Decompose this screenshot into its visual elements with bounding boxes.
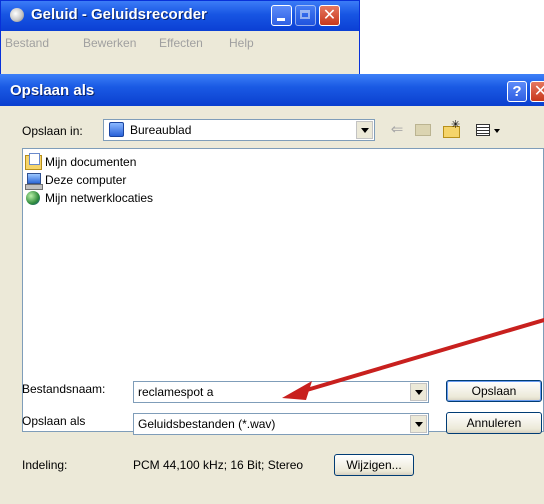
list-item-label: Mijn documenten (45, 155, 137, 169)
format-label: Indeling: (22, 458, 68, 472)
dialog-title: Opslaan als (10, 82, 95, 99)
change-format-button[interactable]: Wijzigen... (334, 454, 414, 476)
list-item-label: Mijn netwerklocaties (45, 191, 154, 205)
look-in-label: Opslaan in: (22, 124, 83, 138)
save-type-label: Opslaan als (22, 414, 86, 428)
look-in-dropdown[interactable]: Bureaublad (103, 119, 375, 141)
close-button[interactable]: ✕ (319, 5, 340, 26)
back-arrow-icon[interactable]: ⇐ (387, 120, 407, 140)
filename-value: reclamespot a (138, 385, 214, 399)
cancel-button[interactable]: Annuleren (446, 412, 542, 434)
close-icon: ✕ (322, 7, 337, 24)
minimize-button[interactable] (271, 5, 292, 26)
my-documents-icon (25, 152, 42, 170)
help-button[interactable]: ? (507, 81, 527, 102)
new-folder-icon[interactable] (441, 115, 465, 140)
desktop-icon (109, 122, 124, 137)
filename-label: Bestandsnaam: (22, 382, 106, 396)
filename-field[interactable]: reclamespot a (133, 381, 429, 403)
format-value: PCM 44,100 kHz; 16 Bit; Stereo (133, 458, 304, 472)
up-folder-icon[interactable] (412, 120, 434, 140)
list-item[interactable]: Mijn netwerklocaties (25, 189, 153, 207)
dialog-titlebar[interactable]: Opslaan als ? ✕ (0, 74, 544, 106)
list-item-label: Deze computer (45, 173, 127, 187)
network-places-icon (25, 190, 42, 206)
save-type-value: Geluidsbestanden (*.wav) (138, 417, 276, 431)
save-as-dialog: Opslaan als ? ✕ Opslaan in: Bureaublad ⇐… (0, 74, 544, 504)
chevron-down-icon[interactable] (410, 415, 427, 433)
menu-help[interactable]: Help (229, 36, 254, 50)
close-icon: ✕ (533, 83, 544, 100)
chevron-down-icon[interactable] (356, 121, 373, 139)
recorder-titlebar[interactable]: Geluid - Geluidsrecorder ✕ (1, 1, 359, 31)
view-menu-icon[interactable] (474, 120, 504, 140)
list-item[interactable]: Deze computer (25, 171, 127, 190)
save-type-dropdown[interactable]: Geluidsbestanden (*.wav) (133, 413, 429, 435)
maximize-button[interactable] (295, 5, 316, 26)
menu-bewerken[interactable]: Bewerken (83, 36, 136, 50)
save-button[interactable]: Opslaan (446, 380, 542, 402)
chevron-down-icon[interactable] (410, 383, 427, 401)
list-item[interactable]: Mijn documenten (25, 152, 137, 171)
menu-bestand[interactable]: Bestand (5, 36, 49, 50)
recorder-app-icon (10, 8, 24, 22)
menu-effecten[interactable]: Effecten (159, 36, 203, 50)
my-computer-icon (25, 172, 43, 190)
recorder-menubar: Bestand Bewerken Effecten Help (1, 32, 359, 54)
look-in-value: Bureaublad (130, 123, 192, 137)
dialog-close-button[interactable]: ✕ (530, 81, 544, 102)
recorder-title: Geluid - Geluidsrecorder (31, 6, 207, 23)
